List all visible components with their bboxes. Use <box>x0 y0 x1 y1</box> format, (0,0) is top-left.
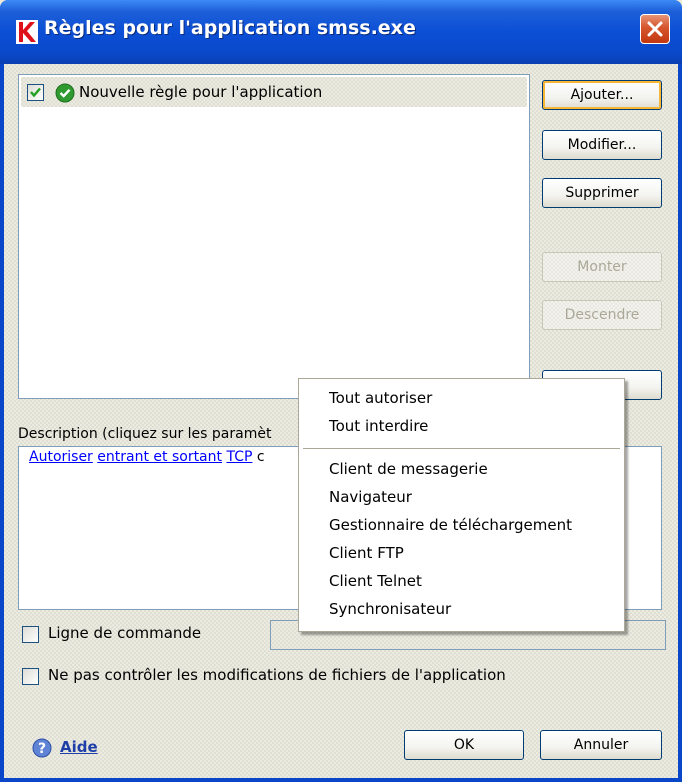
description-text: Autoriser entrant et sortant TCP c <box>29 449 265 465</box>
close-icon <box>647 21 663 37</box>
help-link[interactable]: Aide <box>60 738 98 756</box>
no-control-checkbox[interactable] <box>22 668 39 685</box>
description-tail: c <box>256 449 265 465</box>
action-link[interactable]: Autoriser <box>29 449 93 465</box>
menu-item-browser[interactable]: Navigateur <box>329 488 412 506</box>
move-down-button[interactable]: Descendre <box>542 300 662 330</box>
help-icon[interactable]: ? <box>32 738 52 758</box>
kaspersky-k-icon <box>16 20 38 44</box>
protocol-link[interactable]: TCP <box>226 449 252 465</box>
menu-item-mail-client[interactable]: Client de messagerie <box>329 460 488 478</box>
menu-item-synchronizer[interactable]: Synchronisateur <box>329 600 451 618</box>
menu-item-telnet-client[interactable]: Client Telnet <box>329 572 422 590</box>
close-button[interactable] <box>640 14 670 44</box>
modify-button[interactable]: Modifier... <box>542 130 662 160</box>
svg-text:?: ? <box>38 741 46 757</box>
move-up-button[interactable]: Monter <box>542 252 662 282</box>
list-item[interactable]: Nouvelle règle pour l'application <box>21 77 527 107</box>
cancel-button[interactable]: Annuler <box>540 730 662 760</box>
window-title: Règles pour l'application smss.exe <box>44 17 416 39</box>
menu-item-deny-all[interactable]: Tout interdire <box>329 417 428 435</box>
ok-button[interactable]: OK <box>404 730 524 760</box>
delete-button[interactable]: Supprimer <box>542 178 662 208</box>
rule-label: Nouvelle règle pour l'application <box>79 83 323 101</box>
direction-link[interactable]: entrant et sortant <box>97 449 222 465</box>
checkmark-icon <box>30 87 41 98</box>
title-bar[interactable]: Règles pour l'application smss.exe <box>0 0 682 64</box>
no-control-label: Ne pas contrôler les modifications de fi… <box>48 666 506 684</box>
command-line-checkbox[interactable] <box>22 626 39 643</box>
rule-enabled-checkbox[interactable] <box>27 84 44 101</box>
rules-list[interactable]: Nouvelle règle pour l'application <box>18 74 530 399</box>
menu-item-allow-all[interactable]: Tout autoriser <box>329 389 432 407</box>
menu-separator <box>303 448 620 449</box>
check-circle-icon <box>55 83 75 103</box>
add-button[interactable]: Ajouter... <box>542 80 662 110</box>
presets-context-menu: Tout autoriser Tout interdire Client de … <box>298 378 625 632</box>
command-line-label: Ligne de commande <box>48 624 202 642</box>
menu-item-download-manager[interactable]: Gestionnaire de téléchargement <box>329 516 572 534</box>
menu-item-ftp-client[interactable]: Client FTP <box>329 544 404 562</box>
description-label: Description (cliquez sur les paramèt <box>18 426 272 442</box>
